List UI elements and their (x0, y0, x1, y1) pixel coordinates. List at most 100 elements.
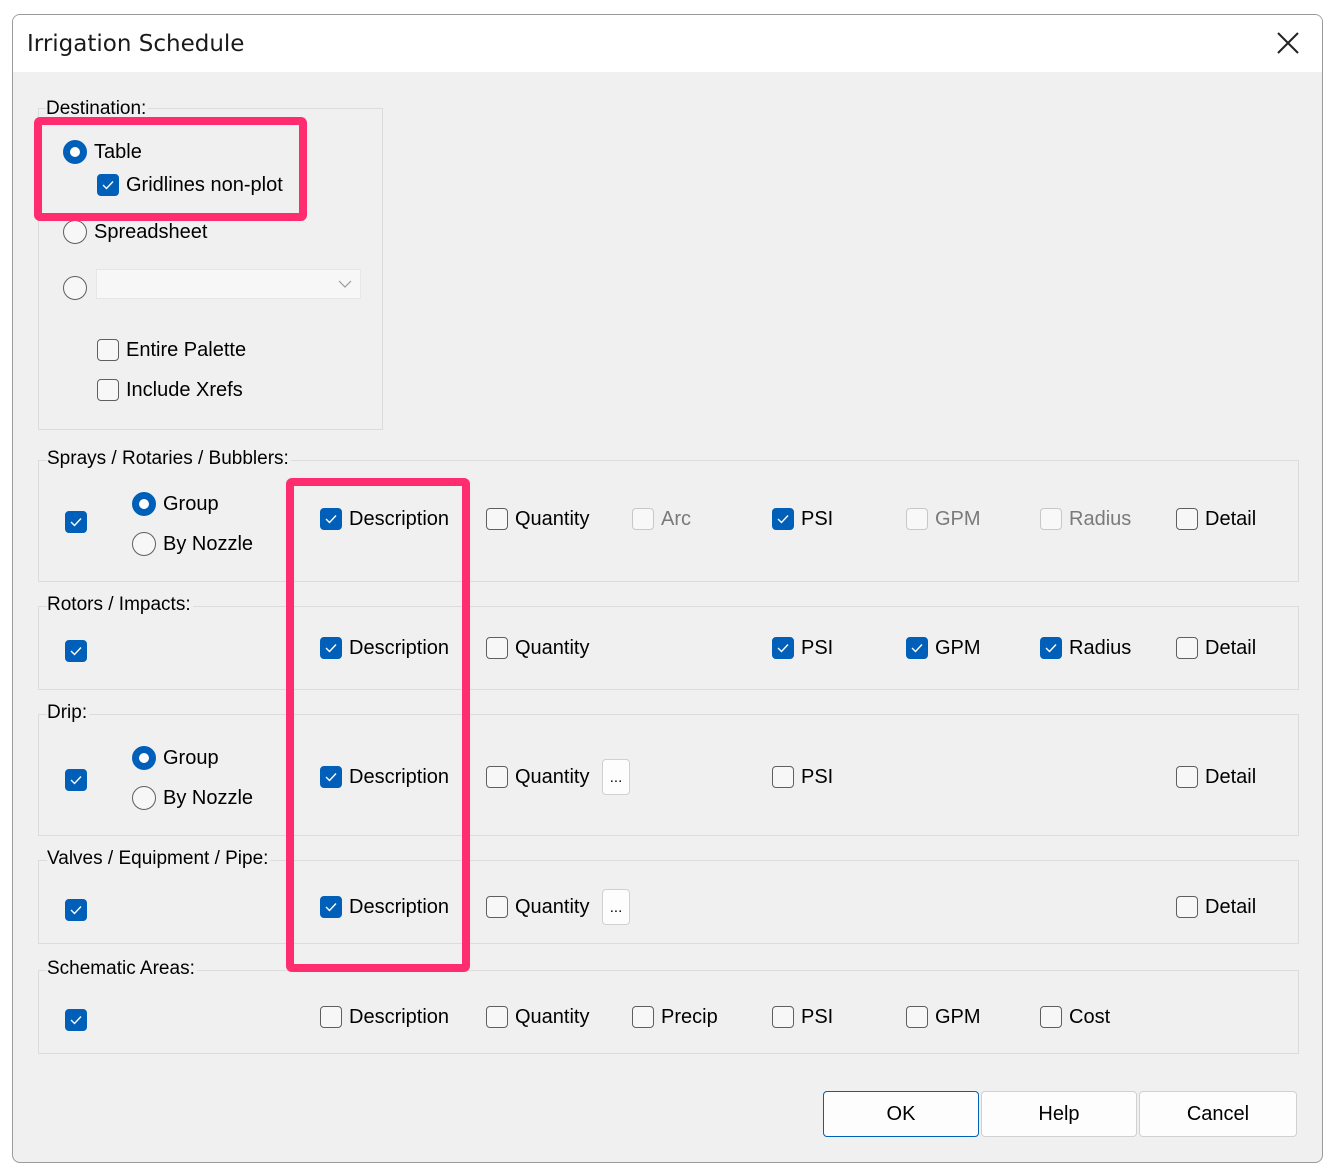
checkbox-checked-icon (772, 508, 794, 530)
checkbox-description-label: Description (349, 1005, 450, 1028)
checkbox-gpm[interactable]: GPM (906, 634, 981, 662)
checkbox-psi[interactable]: PSI (772, 634, 833, 662)
checkbox-radius[interactable]: Radius (1040, 505, 1131, 533)
checkbox-icon (632, 508, 654, 530)
checkbox-detail-label: Detail (1205, 765, 1257, 788)
radio-icon (132, 532, 156, 556)
section-group (38, 714, 1299, 836)
checkbox-icon (97, 339, 119, 361)
checkbox-psi[interactable]: PSI (772, 1003, 833, 1031)
checkbox-description[interactable]: Description (320, 1003, 449, 1031)
checkbox-checked-icon (1040, 637, 1062, 659)
checkbox-quantity[interactable]: Quantity (486, 505, 589, 533)
checkbox-checked-icon (65, 899, 87, 921)
checkbox-psi[interactable]: PSI (772, 505, 833, 533)
checkbox-entire-palette[interactable]: Entire Palette (97, 336, 246, 364)
checkbox-icon (1176, 766, 1198, 788)
checkbox-icon (632, 1006, 654, 1028)
checkbox-detail[interactable]: Detail (1176, 634, 1256, 662)
checkbox-icon (486, 508, 508, 530)
checkbox-quantity-label: Quantity (515, 507, 590, 530)
checkbox-icon (1176, 896, 1198, 918)
checkbox-gpm-label: GPM (935, 1005, 981, 1028)
radio-spreadsheet-label: Spreadsheet (94, 220, 208, 243)
checkbox-arc[interactable]: Arc (632, 505, 691, 533)
checkbox-detail-label: Detail (1205, 895, 1257, 918)
radio-spreadsheet[interactable]: Spreadsheet (63, 218, 207, 246)
checkbox-detail[interactable]: Detail (1176, 763, 1256, 791)
radio-group[interactable]: Group (132, 744, 219, 772)
checkbox-icon (1176, 508, 1198, 530)
cancel-button[interactable]: Cancel (1139, 1091, 1297, 1137)
radio-group-label: Group (163, 492, 219, 515)
checkbox-icon (97, 379, 119, 401)
checkbox-gpm-label: GPM (935, 636, 981, 659)
checkbox-icon (772, 766, 794, 788)
dialog-title: Irrigation Schedule (27, 31, 245, 57)
section-enable-checkbox[interactable] (65, 1006, 94, 1034)
title-bar: Irrigation Schedule (13, 15, 1322, 72)
checkbox-gpm[interactable]: GPM (906, 505, 981, 533)
checkbox-icon (906, 508, 928, 530)
checkbox-psi-label: PSI (801, 507, 834, 530)
highlight-annotation-description (286, 478, 470, 972)
checkbox-include-xrefs[interactable]: Include Xrefs (97, 376, 243, 404)
checkbox-precip[interactable]: Precip (632, 1003, 718, 1031)
checkbox-checked-icon (772, 637, 794, 659)
checkbox-icon (486, 637, 508, 659)
checkbox-detail-label: Detail (1205, 636, 1257, 659)
checkbox-icon (486, 896, 508, 918)
ok-button[interactable]: OK (823, 1091, 979, 1137)
checkbox-radius-label: Radius (1069, 507, 1132, 530)
checkbox-checked-icon (65, 769, 87, 791)
section-enable-checkbox[interactable] (65, 896, 94, 924)
checkbox-psi-label: PSI (801, 765, 834, 788)
checkbox-arc-label: Arc (661, 507, 691, 530)
checkbox-quantity[interactable]: Quantity (486, 763, 589, 791)
checkbox-icon (486, 1006, 508, 1028)
checkbox-icon (320, 1006, 342, 1028)
section-enable-checkbox[interactable] (65, 508, 94, 536)
checkbox-detail-label: Detail (1205, 507, 1257, 530)
section-label: Valves / Equipment / Pipe: (47, 848, 271, 870)
palette-combo[interactable] (96, 269, 361, 299)
section-label: Schematic Areas: (47, 958, 197, 980)
checkbox-quantity[interactable]: Quantity (486, 1003, 589, 1031)
ellipsis-button[interactable]: ... (602, 889, 630, 925)
checkbox-quantity[interactable]: Quantity (486, 634, 589, 662)
ellipsis-button[interactable]: ... (602, 759, 630, 795)
radio-by-nozzle[interactable]: By Nozzle (132, 530, 253, 558)
radio-icon (63, 276, 87, 300)
help-button[interactable]: Help (981, 1091, 1137, 1137)
chevron-down-icon (338, 280, 352, 288)
section-enable-checkbox[interactable] (65, 637, 94, 665)
radio-by-nozzle[interactable]: By Nozzle (132, 784, 253, 812)
close-icon[interactable] (1272, 27, 1304, 59)
checkbox-radius-label: Radius (1069, 636, 1132, 659)
checkbox-gpm-label: GPM (935, 507, 981, 530)
section-label: Rotors / Impacts: (47, 594, 193, 616)
radio-by-nozzle-label: By Nozzle (163, 786, 254, 809)
highlight-annotation-destination (34, 117, 307, 221)
checkbox-icon (1176, 637, 1198, 659)
checkbox-detail[interactable]: Detail (1176, 893, 1256, 921)
checkbox-entire-palette-label: Entire Palette (126, 338, 247, 361)
checkbox-quantity-label: Quantity (515, 1005, 590, 1028)
checkbox-icon (486, 766, 508, 788)
radio-icon (63, 220, 87, 244)
checkbox-psi[interactable]: PSI (772, 763, 833, 791)
radio-palette[interactable] (63, 274, 94, 302)
checkbox-detail[interactable]: Detail (1176, 505, 1256, 533)
checkbox-quantity[interactable]: Quantity (486, 893, 589, 921)
checkbox-include-xrefs-label: Include Xrefs (126, 378, 243, 401)
checkbox-quantity-label: Quantity (515, 895, 590, 918)
checkbox-gpm[interactable]: GPM (906, 1003, 981, 1031)
checkbox-radius[interactable]: Radius (1040, 634, 1131, 662)
section-group (38, 860, 1299, 944)
checkbox-psi-label: PSI (801, 1005, 834, 1028)
checkbox-checked-icon (65, 1009, 87, 1031)
radio-icon (132, 786, 156, 810)
radio-group[interactable]: Group (132, 490, 219, 518)
checkbox-cost[interactable]: Cost (1040, 1003, 1110, 1031)
section-enable-checkbox[interactable] (65, 766, 94, 794)
